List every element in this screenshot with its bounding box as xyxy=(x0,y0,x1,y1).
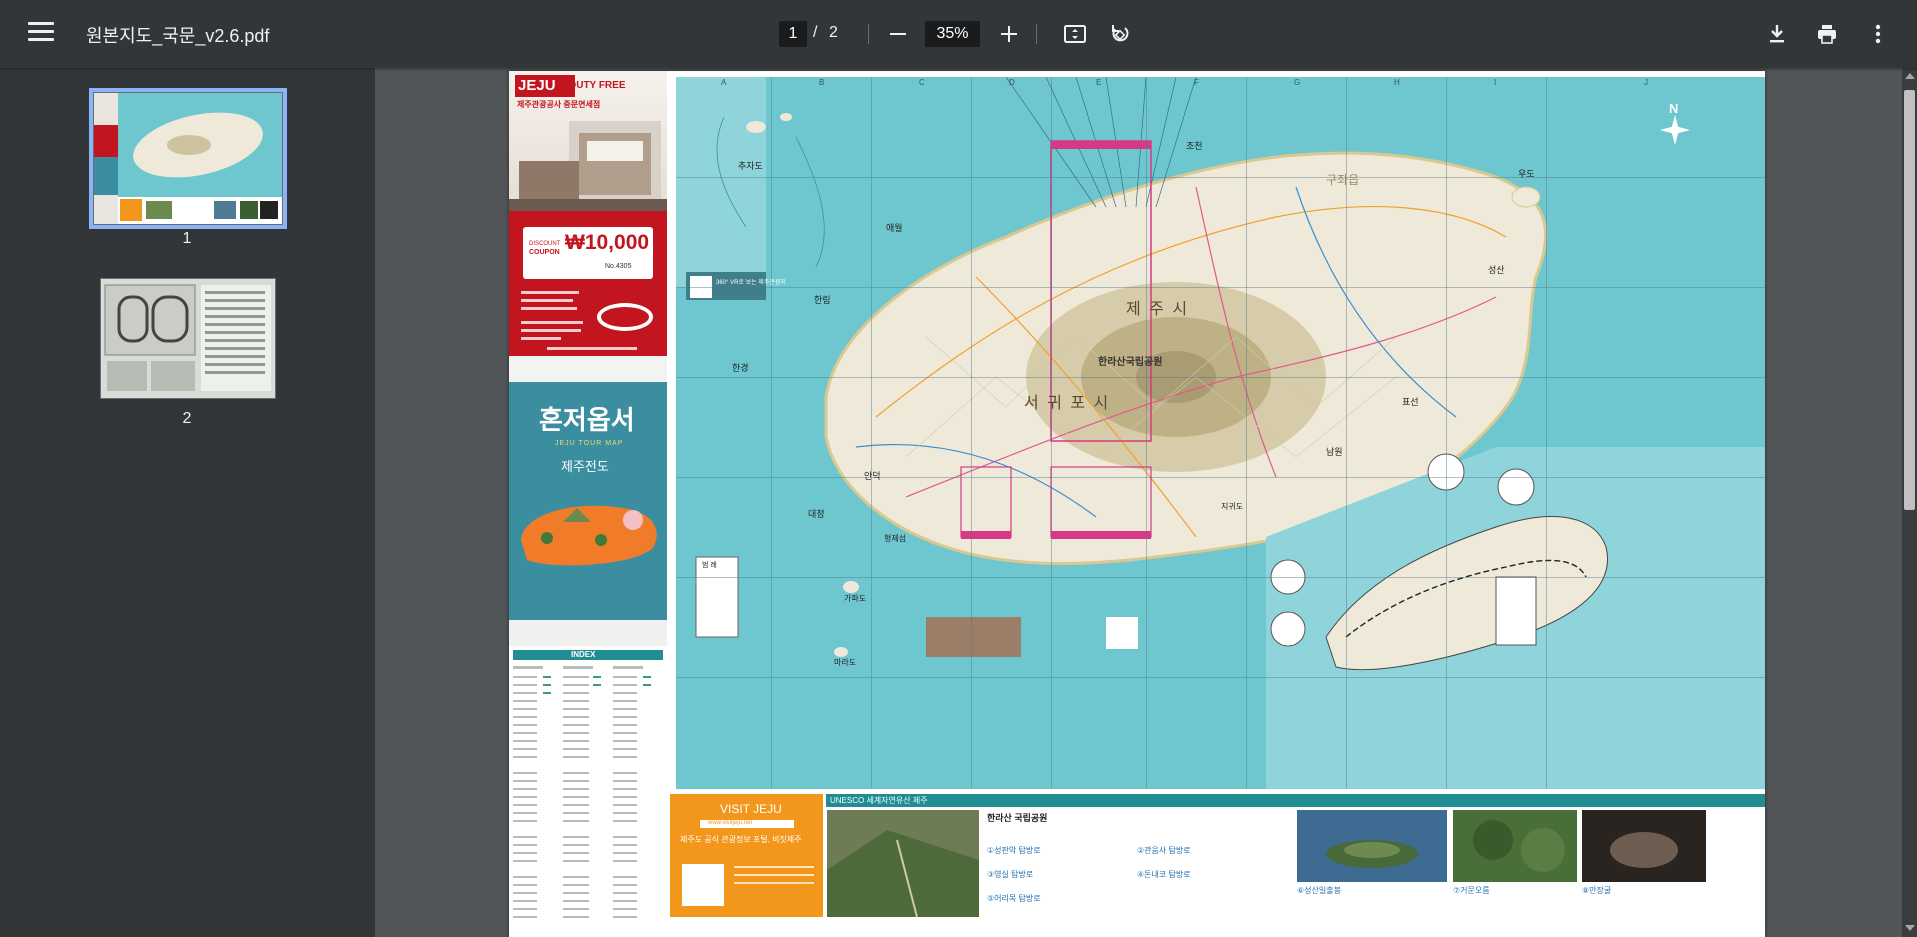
download-icon[interactable] xyxy=(1765,22,1789,46)
label-andeok: 안덕 xyxy=(864,471,881,481)
compass-icon xyxy=(1660,115,1690,145)
page-thumbnail-2[interactable] xyxy=(100,278,276,399)
label-gujwa: 구좌읍 xyxy=(1326,173,1360,187)
zoom-out-button[interactable] xyxy=(890,33,906,35)
thumbnail-label-1: 1 xyxy=(182,230,192,247)
coupon-amount: ₩10,000 xyxy=(565,231,650,254)
label-jeju-city: 제 주 시 xyxy=(1126,301,1190,318)
label-hangyeong: 한경 xyxy=(732,363,749,373)
label-seongsan: 성산 xyxy=(1488,265,1505,275)
rotate-icon[interactable] xyxy=(1108,22,1132,46)
divider xyxy=(1036,24,1037,44)
index-title: INDEX xyxy=(571,650,596,659)
scroll-up-arrow-icon[interactable] xyxy=(1905,73,1915,79)
label-namwon: 남원 xyxy=(1326,447,1343,457)
page-number-input[interactable]: 1 xyxy=(779,21,807,47)
label-chujado: 추자도 xyxy=(738,161,763,171)
grid-col-label: C xyxy=(919,78,925,87)
cover-subtitle: JEJU TOUR MAP xyxy=(555,440,624,447)
vr-qr-text: 360° VR로 보는 제주관광지 xyxy=(716,280,786,286)
site-manjanggul: ⑧만장굴 xyxy=(1582,886,1612,895)
label-seogwipo-city: 서 귀 포 시 xyxy=(1024,395,1111,412)
site-geomun: ⑦거문오름 xyxy=(1453,886,1490,895)
site-seongsan: ⑥성산일출봉 xyxy=(1297,886,1341,895)
grid-col-label: B xyxy=(819,78,825,87)
grid-col-label: G xyxy=(1294,78,1301,87)
scroll-down-arrow-icon[interactable] xyxy=(1905,925,1915,931)
label-hyeongje: 형제섬 xyxy=(884,534,907,543)
manjanggul-photo xyxy=(1582,810,1706,882)
coupon-discount-label: DISCOUNT xyxy=(529,241,561,247)
index-panel: INDEX xyxy=(509,646,667,937)
visit-jeju-ad: VISIT JEJU www.visitjeju.net 제주도 공식 관광정보… xyxy=(670,794,823,917)
zoom-in-button[interactable] xyxy=(999,24,1019,44)
grid-col-label: H xyxy=(1394,78,1400,87)
duty-free-brand-2: DUTY FREE xyxy=(569,80,626,91)
grid-col-label: E xyxy=(1096,78,1102,87)
document-title: 원본지도_국문_v2.6.pdf xyxy=(86,26,270,46)
coupon-number: No.4305 xyxy=(605,263,632,270)
label-udo: 우도 xyxy=(1518,169,1535,179)
thumbnail-sidebar: 1 2 xyxy=(0,68,375,937)
hallasan-title: 한라산 국립공원 xyxy=(987,813,1048,823)
grid-col-label: I xyxy=(1494,78,1497,87)
compass-north-label: N xyxy=(1669,101,1679,116)
legend-title: 범 례 xyxy=(702,562,717,569)
bottom-info-band: VISIT JEJU www.visitjeju.net 제주도 공식 관광정보… xyxy=(667,789,1765,937)
grid-col-label: A xyxy=(721,78,727,87)
visit-jeju-url: www.visitjeju.net xyxy=(708,820,753,826)
duty-free-ad: JEJU DUTY FREE 제주관광공사 중문면세점 xyxy=(509,71,667,211)
duty-free-photo xyxy=(509,121,667,211)
label-marado: 마라도 xyxy=(834,658,857,667)
fit-page-icon[interactable] xyxy=(1063,22,1087,46)
label-jocheon: 조천 xyxy=(1186,141,1203,151)
trail-1: ①성판악 탐방로 xyxy=(987,846,1041,855)
grid-col-label: D xyxy=(1009,78,1015,87)
geomun-photo xyxy=(1453,810,1577,882)
duty-free-subtitle: 제주관광공사 중문면세점 xyxy=(517,100,601,109)
scrollbar-thumb[interactable] xyxy=(1904,90,1915,510)
menu-icon[interactable] xyxy=(28,22,54,44)
total-pages: 2 xyxy=(829,24,838,41)
trail-3: ③영실 탐방로 xyxy=(987,870,1034,879)
unesco-title: UNESCO 세계자연유산 제주 xyxy=(830,796,928,805)
hallasan-photo xyxy=(827,810,979,917)
trail-4: ④돈내코 탐방로 xyxy=(1137,870,1191,879)
zoom-input[interactable]: 35% xyxy=(925,21,980,47)
cover-name: 제주전도 xyxy=(561,459,609,474)
label-jigwido: 지귀도 xyxy=(1221,502,1244,511)
label-hallasan: 한라산국립공원 xyxy=(1098,357,1163,368)
grid-col-label: J xyxy=(1644,78,1648,87)
unesco-header: UNESCO 세계자연유산 제주 xyxy=(826,794,1765,807)
cover-title: 혼저옵서 xyxy=(539,406,635,436)
pdf-page-1: JEJU DUTY FREE 제주관광공사 중문면세점 DISCOUNT COU… xyxy=(509,71,1765,937)
visit-jeju-tagline: 제주도 공식 관광정보 포털, 비짓제주 xyxy=(680,835,802,844)
discount-coupon: DISCOUNT COUPON ₩10,000 No.4305 xyxy=(509,211,667,356)
jeju-map: A B C D E F G H I J N 제 주 시 서 귀 포 시 한라산국… xyxy=(676,77,1765,789)
page-separator: / xyxy=(813,24,818,41)
divider xyxy=(868,24,869,44)
label-pyoseon: 표선 xyxy=(1402,397,1419,407)
trail-5: ⑤어리목 탐방로 xyxy=(987,894,1041,903)
cover-panel: 혼저옵서 JEJU TOUR MAP 제주전도 xyxy=(509,356,667,646)
seongsan-photo xyxy=(1297,810,1447,882)
page-thumbnail-1[interactable] xyxy=(89,88,287,229)
print-icon[interactable] xyxy=(1815,22,1839,46)
trail-2: ②관음사 탐방로 xyxy=(1137,846,1191,855)
visit-jeju-title: VISIT JEJU xyxy=(720,802,782,816)
label-gapado: 가파도 xyxy=(844,594,867,603)
label-daejeong: 대정 xyxy=(808,509,825,519)
cover-illustration xyxy=(521,505,657,566)
more-vert-icon[interactable] xyxy=(1866,22,1890,46)
map-graphic xyxy=(676,77,1765,789)
pdf-toolbar: 원본지도_국문_v2.6.pdf 1 / 2 35% xyxy=(0,0,1917,68)
grid-col-label: F xyxy=(1194,78,1199,87)
label-aewol: 애월 xyxy=(886,223,903,233)
label-hallim: 한림 xyxy=(814,295,831,305)
thumbnail-label-2: 2 xyxy=(182,410,192,427)
duty-free-brand: JEJU xyxy=(518,77,556,94)
coupon-label: COUPON xyxy=(529,249,560,256)
